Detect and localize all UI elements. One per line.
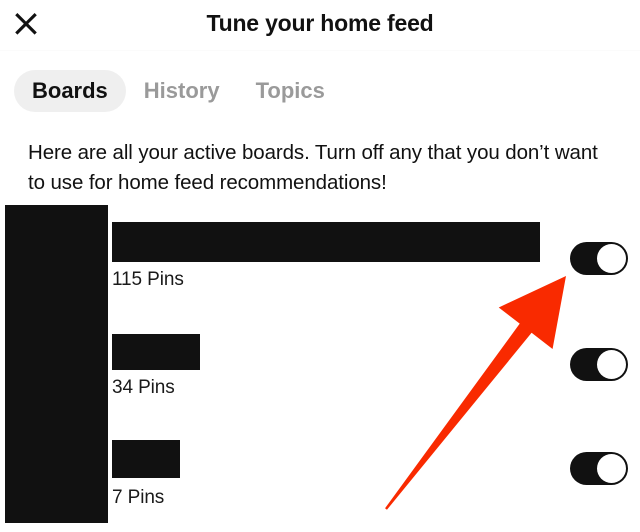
description-text: Here are all your active boards. Turn of… bbox=[28, 141, 598, 194]
board-list-item[interactable]: 34 Pins bbox=[0, 304, 640, 408]
board-name-redaction bbox=[112, 222, 540, 262]
board-list-item[interactable]: 115 Pins bbox=[0, 200, 640, 304]
header-divider bbox=[0, 50, 640, 51]
board-pin-count: 115 Pins bbox=[112, 269, 184, 290]
board-name-redaction bbox=[112, 334, 200, 370]
board-toggle[interactable] bbox=[570, 348, 628, 381]
board-name-redaction bbox=[112, 440, 180, 478]
tab-topics[interactable]: Topics bbox=[238, 70, 343, 112]
toggle-knob bbox=[597, 244, 626, 273]
toggle-knob bbox=[597, 350, 626, 379]
tab-boards[interactable]: Boards bbox=[14, 70, 126, 112]
tune-home-feed-screen: Tune your home feed Boards History Topic… bbox=[0, 0, 640, 532]
page-title: Tune your home feed bbox=[206, 10, 434, 36]
header-bar: Tune your home feed bbox=[0, 0, 640, 50]
tab-history[interactable]: History bbox=[126, 70, 238, 112]
board-toggle[interactable] bbox=[570, 452, 628, 485]
board-toggle[interactable] bbox=[570, 242, 628, 275]
tab-bar: Boards History Topics bbox=[0, 67, 640, 115]
board-pin-count: 34 Pins bbox=[112, 377, 175, 398]
board-pin-count: 7 Pins bbox=[112, 487, 165, 508]
toggle-knob bbox=[597, 454, 626, 483]
board-list-item[interactable]: 7 Pins bbox=[0, 408, 640, 512]
board-list: 115 Pins 34 Pins 7 Pins bbox=[0, 200, 640, 532]
